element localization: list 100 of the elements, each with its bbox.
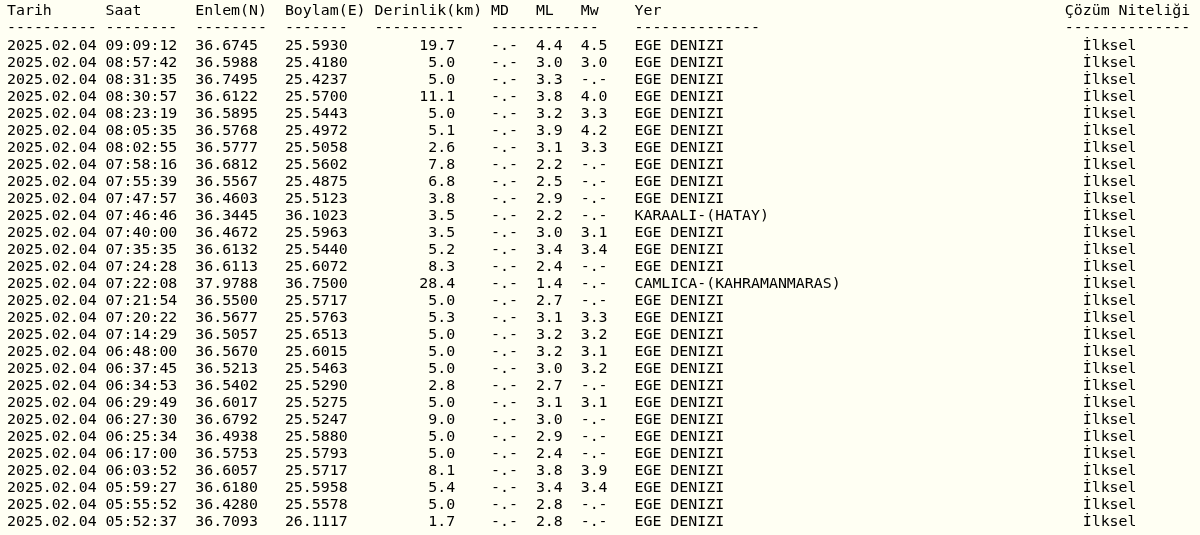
table-cell: 36.7093 [195,513,258,530]
table-cell: 5.0 [428,394,456,411]
table-cell: EGE DENIZI [634,428,725,445]
table-cell: EGE DENIZI [634,156,725,173]
table-cell: 36.6812 [195,156,258,173]
table-cell: -.- [491,309,518,326]
table-cell: İlksel [1082,394,1137,411]
table-cell: EGE DENIZI [634,190,725,207]
table-cell: -.- [491,190,518,207]
table-cell: 2025.02.04 [7,462,97,479]
table-cell: -.- [491,241,518,258]
table-cell: 3.1 [580,394,608,411]
table-cell: EGE DENIZI [634,343,725,360]
table-cell: 25.5717 [284,292,348,309]
table-cell: -.- [491,292,518,309]
column-header: Boylam(E) [284,2,366,19]
table-cell: 36.5768 [195,122,258,139]
table-cell: İlksel [1082,275,1137,292]
table-cell: 36.5567 [195,173,258,190]
table-cell: 3.8 [535,462,563,479]
table-cell: 5.0 [428,71,456,88]
table-cell: -.- [580,275,608,292]
table-cell: 36.3445 [195,207,258,224]
table-cell: İlksel [1082,479,1137,496]
table-cell: EGE DENIZI [634,173,725,190]
table-cell: 2.7 [535,292,563,309]
header-underline: ---------- [374,19,465,36]
column-header: Mw [580,2,599,19]
table-cell: İlksel [1082,462,1137,479]
table-cell: 25.5275 [284,394,348,411]
table-cell: EGE DENIZI [634,445,725,462]
table-cell: 06:25:34 [105,428,178,445]
table-cell: İlksel [1082,71,1137,88]
table-cell: 25.4180 [284,54,348,71]
column-header: Tarih [7,2,52,19]
table-cell: İlksel [1082,377,1137,394]
table-cell: 07:47:57 [105,190,178,207]
table-cell: 7.8 [428,156,456,173]
table-cell: -.- [491,343,518,360]
table-cell: EGE DENIZI [634,139,725,156]
table-cell: 2025.02.04 [7,326,97,343]
table-cell: 5.1 [428,122,456,139]
table-cell: 25.6513 [284,326,348,343]
table-cell: 2025.02.04 [7,122,97,139]
table-cell: -.- [491,54,518,71]
table-cell: 3.3 [535,71,563,88]
table-cell: 25.5793 [284,445,348,462]
table-cell: EGE DENIZI [634,479,725,496]
table-cell: 36.5895 [195,105,258,122]
header-underline: ------------ [491,19,599,36]
table-cell: EGE DENIZI [634,411,725,428]
table-cell: EGE DENIZI [634,241,725,258]
table-cell: İlksel [1082,241,1137,258]
table-cell: 5.0 [428,445,456,462]
table-cell: 2025.02.04 [7,496,97,513]
table-cell: -.- [491,479,518,496]
table-cell: 25.5463 [284,360,348,377]
table-cell: 36.5402 [195,377,258,394]
table-cell: İlksel [1082,343,1137,360]
table-cell: 36.6745 [195,37,258,54]
table-cell: -.- [491,224,518,241]
table-cell: 26.1117 [284,513,348,530]
table-cell: 2.4 [535,258,563,275]
table-cell: 07:22:08 [105,275,178,292]
table-cell: İlksel [1082,326,1137,343]
table-cell: 2025.02.04 [7,139,97,156]
table-cell: -.- [580,377,608,394]
table-cell: 1.4 [535,275,563,292]
header-underline: -------- [195,19,267,36]
table-cell: 07:20:22 [105,309,178,326]
table-cell: 36.6122 [195,88,258,105]
table-cell: 07:58:16 [105,156,178,173]
table-cell: 25.5763 [284,309,348,326]
table-cell: 4.5 [580,37,608,54]
column-header: Çözüm Niteliği [1064,2,1191,19]
table-cell: -.- [491,513,518,530]
table-cell: 25.5602 [284,156,348,173]
table-cell: 06:27:30 [105,411,178,428]
table-cell: 25.4972 [284,122,348,139]
table-cell: 3.0 [535,411,563,428]
table-cell: 3.4 [535,241,563,258]
table-cell: 5.0 [428,496,456,513]
table-cell: EGE DENIZI [634,122,725,139]
table-cell: 25.5440 [284,241,348,258]
table-cell: 36.4672 [195,224,258,241]
table-cell: EGE DENIZI [634,54,725,71]
table-cell: -.- [580,207,608,224]
table-cell: 11.1 [419,88,456,105]
table-cell: EGE DENIZI [634,326,725,343]
table-cell: EGE DENIZI [634,309,725,326]
table-cell: 2025.02.04 [7,445,97,462]
table-cell: 2.6 [428,139,456,156]
table-cell: 25.5578 [284,496,348,513]
table-cell: 06:34:53 [105,377,178,394]
table-cell: 25.5930 [284,37,348,54]
table-cell: 3.2 [535,326,563,343]
table-cell: 06:48:00 [105,343,178,360]
table-cell: 08:30:57 [105,88,178,105]
table-cell: -.- [491,360,518,377]
table-cell: 3.4 [535,479,563,496]
